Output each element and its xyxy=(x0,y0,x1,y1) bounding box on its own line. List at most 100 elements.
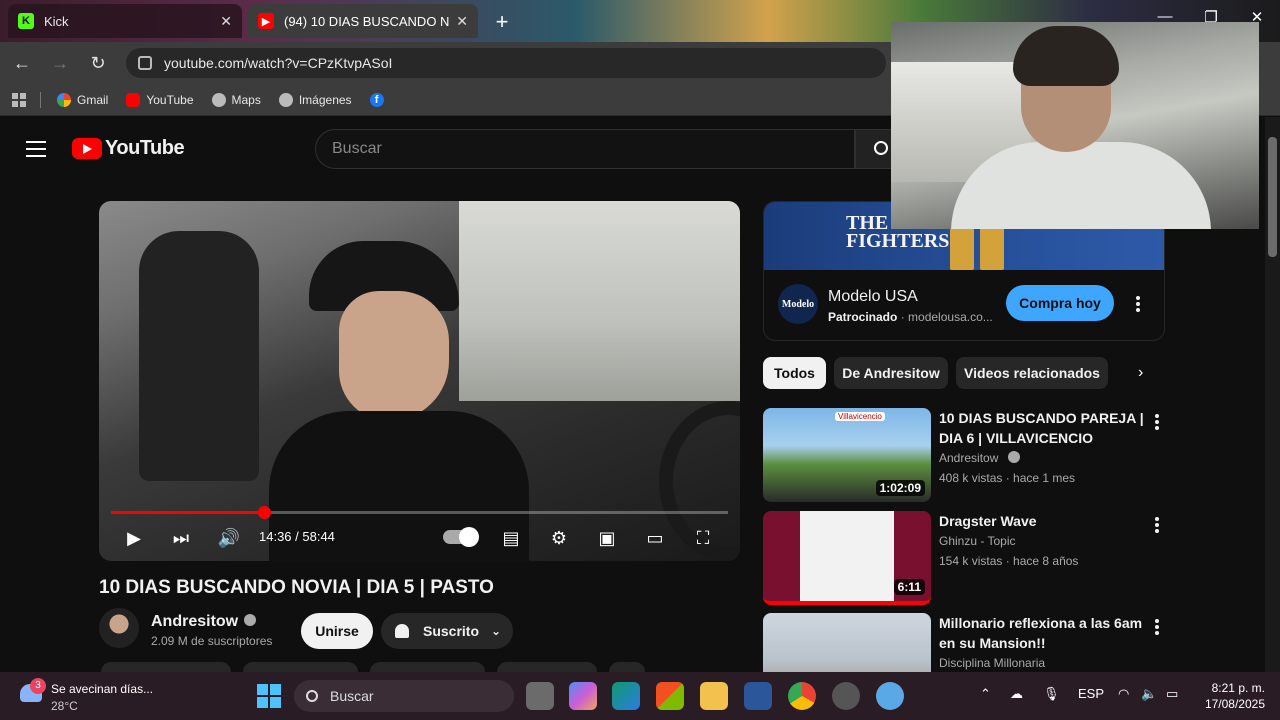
notification-badge: 3 xyxy=(30,678,46,694)
chrome-icon[interactable] xyxy=(788,682,816,710)
search-button[interactable] xyxy=(855,129,895,169)
more-options-icon[interactable] xyxy=(1136,296,1140,314)
ad-sponsored-line: Patrocinado · modelousa.co... xyxy=(828,310,993,324)
video-frame-seat xyxy=(139,231,259,481)
action-button[interactable] xyxy=(243,662,358,672)
play-icon[interactable]: ▶ xyxy=(121,525,147,551)
video-thumbnail[interactable]: Villavicencio 1:02:09 xyxy=(763,408,931,502)
more-options-icon[interactable] xyxy=(1155,414,1159,432)
bookmark-gmail[interactable]: Gmail xyxy=(57,92,109,107)
language-indicator[interactable]: ESP xyxy=(1078,686,1104,701)
chevron-up-icon[interactable]: ⌃ xyxy=(980,686,991,702)
beer-bottle-image xyxy=(950,224,974,270)
microphone-icon[interactable]: 🎙 xyxy=(1043,686,1060,702)
theater-mode-icon[interactable]: ▭ xyxy=(642,525,668,551)
next-icon[interactable]: ⏭ xyxy=(168,525,194,551)
buy-now-button[interactable]: Compra hoy xyxy=(1006,285,1114,321)
action-button[interactable] xyxy=(101,662,231,672)
close-tab-icon[interactable]: ✕ xyxy=(220,13,232,30)
store-icon[interactable] xyxy=(656,682,684,710)
action-button[interactable] xyxy=(370,662,485,672)
obs-icon[interactable] xyxy=(832,682,860,710)
system-clock[interactable]: 8:21 p. m. 17/08/2025 xyxy=(1195,680,1265,712)
autoplay-toggle[interactable] xyxy=(443,527,479,547)
word-icon[interactable] xyxy=(744,682,772,710)
video-thumbnail[interactable] xyxy=(763,613,931,672)
site-info-icon[interactable] xyxy=(138,56,152,70)
tab-kick[interactable]: K Kick ✕ xyxy=(8,4,242,38)
related-meta: 408 k vistas · hace 1 mes xyxy=(939,471,1076,485)
advertiser-name: Modelo USA xyxy=(828,288,918,305)
bookmark-label: Maps xyxy=(231,92,261,107)
back-arrow-icon[interactable]: ← xyxy=(10,51,34,75)
youtube-logo[interactable]: YouTube xyxy=(72,137,185,160)
forward-arrow-icon[interactable]: → xyxy=(48,51,72,75)
reload-icon[interactable]: ↻ xyxy=(86,51,110,75)
divider xyxy=(40,91,41,108)
modelo-logo[interactable]: Modelo xyxy=(778,284,818,324)
url-text: youtube.com/watch?v=CPzKtvpASoI xyxy=(164,55,393,71)
battery-icon[interactable]: ▭ xyxy=(1166,686,1178,702)
apps-grid-icon[interactable] xyxy=(12,92,26,107)
related-title: Millonario reflexiona a las 6am en su Ma… xyxy=(939,615,1143,651)
copilot-icon[interactable] xyxy=(569,682,597,710)
chip-todos[interactable]: Todos xyxy=(763,357,826,389)
edge-icon[interactable] xyxy=(612,682,640,710)
speaker-icon[interactable]: 🔈 xyxy=(1141,686,1157,702)
fullscreen-icon[interactable]: ⛶ xyxy=(690,525,716,551)
related-channel: Andresitow xyxy=(939,450,1020,465)
webcam-overlay xyxy=(891,22,1259,229)
volume-icon[interactable]: 🔊 xyxy=(216,525,242,551)
scrubber-handle[interactable] xyxy=(258,506,272,519)
chip-de-andresitow[interactable]: De Andresitow xyxy=(834,357,948,389)
windows-start-icon[interactable] xyxy=(257,684,281,708)
related-meta: 154 k vistas · hace 8 años xyxy=(939,554,1079,568)
video-player[interactable]: ▶ ⏭ 🔊 14:36 / 58:44 ▤ ⚙ ▣ ▭ ⛶ xyxy=(99,201,740,561)
globe-icon xyxy=(278,92,293,107)
scrollbar-thumb[interactable] xyxy=(1268,137,1277,257)
bookmark-label: Gmail xyxy=(77,92,109,107)
more-button[interactable] xyxy=(609,662,645,672)
taskbar-search-label: Buscar xyxy=(330,688,374,704)
join-button[interactable]: Unirse xyxy=(301,613,373,649)
channel-name-link[interactable]: Andresitow xyxy=(151,613,257,631)
menu-icon[interactable] xyxy=(26,141,46,162)
video-thumbnail[interactable]: 6:11 xyxy=(763,511,931,605)
weather-temp: 28°C xyxy=(51,699,78,713)
more-options-icon[interactable] xyxy=(1155,517,1159,535)
app-icon[interactable] xyxy=(876,682,904,710)
page-scrollbar[interactable] xyxy=(1265,117,1280,672)
weather-widget[interactable]: 3 Se avecinan días... 28°C xyxy=(16,678,216,714)
new-tab-button[interactable]: + xyxy=(488,8,516,36)
chevron-right-icon[interactable]: › xyxy=(1138,364,1143,382)
bookmark-maps[interactable]: Maps xyxy=(211,92,261,107)
progress-bar[interactable] xyxy=(111,506,728,519)
related-video[interactable]: Millonario reflexiona a las 6am en su Ma… xyxy=(763,613,1165,672)
subscriber-count: 2.09 M de suscriptores xyxy=(151,634,273,648)
address-bar[interactable]: youtube.com/watch?v=CPzKtvpASoI xyxy=(126,48,886,78)
action-button[interactable] xyxy=(497,662,597,672)
miniplayer-icon[interactable]: ▣ xyxy=(594,525,620,551)
settings-gear-icon[interactable]: ⚙ xyxy=(546,525,572,551)
chip-videos-relacionados[interactable]: Videos relacionados xyxy=(956,357,1108,389)
related-video[interactable]: 6:11 Dragster Wave Ghinzu - Topic 154 k … xyxy=(763,511,1165,607)
bookmark-youtube[interactable]: YouTube xyxy=(126,92,194,107)
file-explorer-icon[interactable] xyxy=(700,682,728,710)
tab-title: (94) 10 DIAS BUSCANDO NOVIA | DIA 5 | PA… xyxy=(284,13,450,29)
channel-avatar[interactable] xyxy=(99,608,139,648)
search-icon xyxy=(874,141,888,155)
taskbar-search[interactable]: Buscar xyxy=(294,680,514,712)
subtitles-icon[interactable]: ▤ xyxy=(498,525,524,551)
related-video[interactable]: Villavicencio 1:02:09 10 DIAS BUSCANDO P… xyxy=(763,408,1165,504)
task-view-icon[interactable] xyxy=(526,682,554,710)
bookmark-facebook[interactable]: f xyxy=(369,92,390,107)
subscribed-button[interactable]: Suscrito ⌄ xyxy=(381,613,513,649)
bookmark-imagenes[interactable]: Imágenes xyxy=(278,92,352,107)
more-options-icon[interactable] xyxy=(1155,619,1159,637)
tab-youtube-video[interactable]: ▶ (94) 10 DIAS BUSCANDO NOVIA | DIA 5 | … xyxy=(248,4,478,38)
wifi-icon[interactable]: ◠ xyxy=(1118,686,1129,702)
search-input[interactable]: Buscar xyxy=(315,129,855,169)
gmail-icon xyxy=(57,92,71,107)
close-tab-icon[interactable]: ✕ xyxy=(456,13,468,30)
cloud-icon[interactable]: ☁ xyxy=(1010,686,1023,702)
